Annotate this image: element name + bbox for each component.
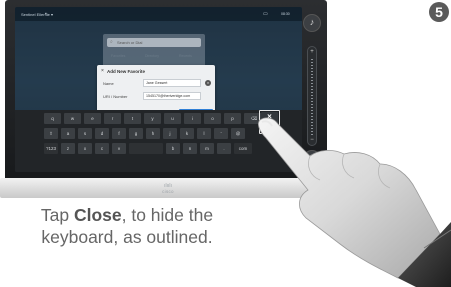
keyboard-key[interactable]: r: [104, 113, 121, 124]
keyboard-key[interactable]: a: [61, 128, 75, 139]
keyboard-key[interactable]: v: [112, 143, 126, 154]
keyboard-key[interactable]: g: [129, 128, 143, 139]
volume-level-tick: [311, 65, 313, 66]
volume-level-tick: [311, 77, 313, 78]
keyboard-key[interactable]: b: [166, 143, 180, 154]
keyboard-key[interactable]: .: [217, 143, 231, 154]
keyboard-key[interactable]: h: [146, 128, 160, 139]
keyboard-key[interactable]: y: [144, 113, 161, 124]
name-field[interactable]: Jane Gessert: [143, 79, 201, 87]
volume-level-tick: [311, 104, 313, 105]
volume-level-tick: [311, 80, 313, 81]
keyboard-key[interactable]: z: [61, 143, 75, 154]
keyboard-key[interactable]: p: [224, 113, 241, 124]
volume-level-tick: [311, 92, 313, 93]
keyboard-key[interactable]: c: [95, 143, 109, 154]
instruction-caption: Tap Close, to hide the keyboard, as outl…: [7, 204, 247, 248]
keyboard-key[interactable]: k: [180, 128, 194, 139]
chat-icon[interactable]: ▪: [45, 11, 47, 17]
search-placeholder: Search or Dial: [117, 40, 143, 45]
camera-icon[interactable]: ▭: [263, 11, 268, 17]
keyboard-key[interactable]: w: [64, 113, 81, 124]
keyboard-key[interactable]: o: [204, 113, 221, 124]
status-user[interactable]: Sentinel Ellernie ▾: [21, 12, 53, 17]
keyboard-key[interactable]: e: [84, 113, 101, 124]
uri-field[interactable]: 1545170@theriveridge.com: [143, 92, 201, 100]
volume-level-tick: [311, 59, 313, 60]
keyboard-key[interactable]: i: [184, 113, 201, 124]
volume-up-icon[interactable]: +: [308, 49, 316, 55]
tab-recents[interactable]: Recents: [179, 54, 192, 58]
keyboard-key[interactable]: f: [112, 128, 126, 139]
keyboard-key[interactable]: m: [200, 143, 214, 154]
pointing-hand-illustration: [258, 117, 451, 287]
clear-field-icon[interactable]: ×: [205, 80, 211, 86]
tab-directory[interactable]: Directory: [145, 54, 159, 58]
hold-call-button[interactable]: ♪: [303, 14, 321, 32]
directory-tabs: Favorites Directory Recents: [107, 52, 201, 60]
keyboard-key[interactable]: ': [214, 128, 228, 139]
volume-level-tick: [311, 68, 313, 69]
keyboard-key[interactable]: [129, 143, 163, 154]
status-bar: Sentinel Ellernie ▾ ▪ ▭ 08:30: [15, 7, 302, 21]
cisco-logo: ılıılı cisco: [153, 184, 183, 195]
step-number-badge: 5: [429, 2, 449, 22]
status-time: 08:30: [281, 12, 290, 16]
keyboard-key[interactable]: d: [95, 128, 109, 139]
keyboard-key[interactable]: q: [44, 113, 61, 124]
volume-level-tick: [311, 98, 313, 99]
keyboard-key[interactable]: s: [78, 128, 92, 139]
keyboard-key[interactable]: j: [163, 128, 177, 139]
keyboard-key[interactable]: x: [78, 143, 92, 154]
caption-pre: Tap: [40, 205, 74, 225]
caption-line2: keyboard, as outlined.: [41, 227, 213, 247]
name-label: Name: [103, 81, 114, 86]
dialog-title: Add New Favorite: [107, 69, 146, 74]
keyboard-key[interactable]: ⇧: [44, 128, 58, 139]
tab-favorites[interactable]: Favorites: [111, 54, 125, 58]
instruction-slide: Sentinel Ellernie ▾ ▪ ▭ 08:30 ⌕ Search o…: [0, 0, 451, 287]
keyboard-key[interactable]: l: [197, 128, 211, 139]
mic-icon: ♪: [309, 17, 315, 27]
search-input[interactable]: ⌕ Search or Dial: [107, 38, 201, 47]
keyboard-key[interactable]: ?123: [44, 143, 58, 154]
volume-level-tick: [311, 74, 313, 75]
dialog-close-icon[interactable]: ×: [101, 68, 104, 74]
volume-level-tick: [311, 101, 313, 102]
caption-bold-close: Close: [73, 205, 122, 225]
volume-level-tick: [311, 71, 313, 72]
keyboard-key[interactable]: n: [183, 143, 197, 154]
volume-level-tick: [311, 89, 313, 90]
keyboard-key[interactable]: @: [231, 128, 245, 139]
uri-label: URI / Number: [103, 94, 128, 99]
keyboard-key[interactable]: t: [124, 113, 141, 124]
volume-level-tick: [311, 86, 313, 87]
search-icon: ⌕: [110, 39, 113, 45]
caption-post: , to hide the: [121, 205, 214, 225]
volume-level-tick: [311, 95, 313, 96]
volume-level-tick: [311, 62, 313, 63]
keyboard-key[interactable]: u: [164, 113, 181, 124]
volume-level-tick: [311, 83, 313, 84]
